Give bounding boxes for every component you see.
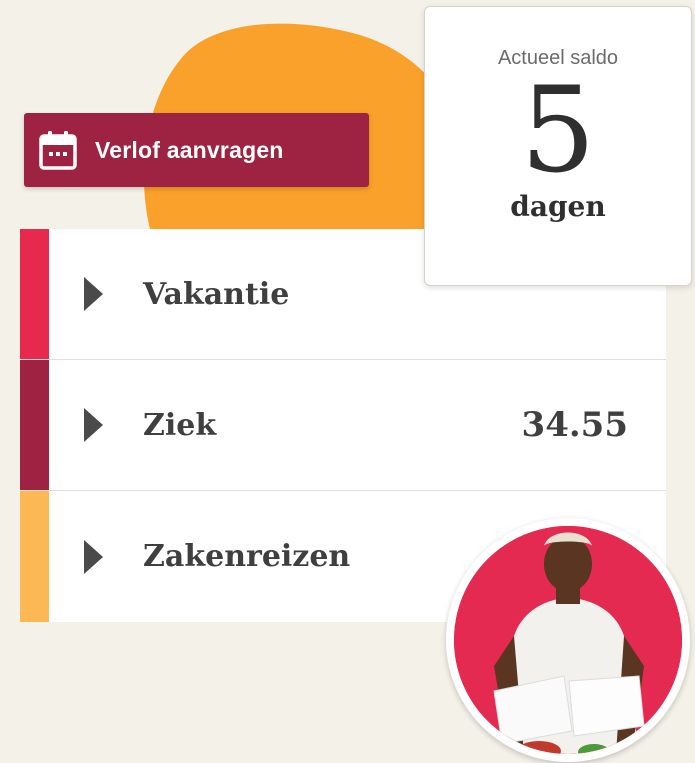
category-label: Ziek: [143, 407, 217, 443]
caret-right-icon: [84, 539, 103, 574]
category-color-stripe: [20, 491, 49, 622]
balance-value: 5: [520, 61, 596, 199]
balance-unit: dagen: [510, 190, 606, 223]
category-row-ziek[interactable]: Ziek 34.55: [20, 360, 666, 491]
avatar: [446, 518, 690, 762]
category-label: Vakantie: [143, 276, 290, 312]
category-value: 34.55: [521, 405, 628, 445]
request-leave-label: Verlof aanvragen: [95, 136, 284, 163]
category-color-stripe: [20, 229, 49, 359]
avatar-photo: [454, 526, 682, 754]
category-color-stripe: [20, 360, 49, 490]
request-leave-button[interactable]: Verlof aanvragen: [24, 113, 369, 187]
caret-right-icon: [84, 408, 103, 442]
person-illustration: [454, 526, 682, 754]
balance-card: Actueel saldo 5 dagen: [424, 6, 692, 286]
category-label: Zakenreizen: [143, 539, 351, 574]
caret-right-icon: [84, 277, 103, 311]
calendar-icon: [39, 131, 77, 170]
